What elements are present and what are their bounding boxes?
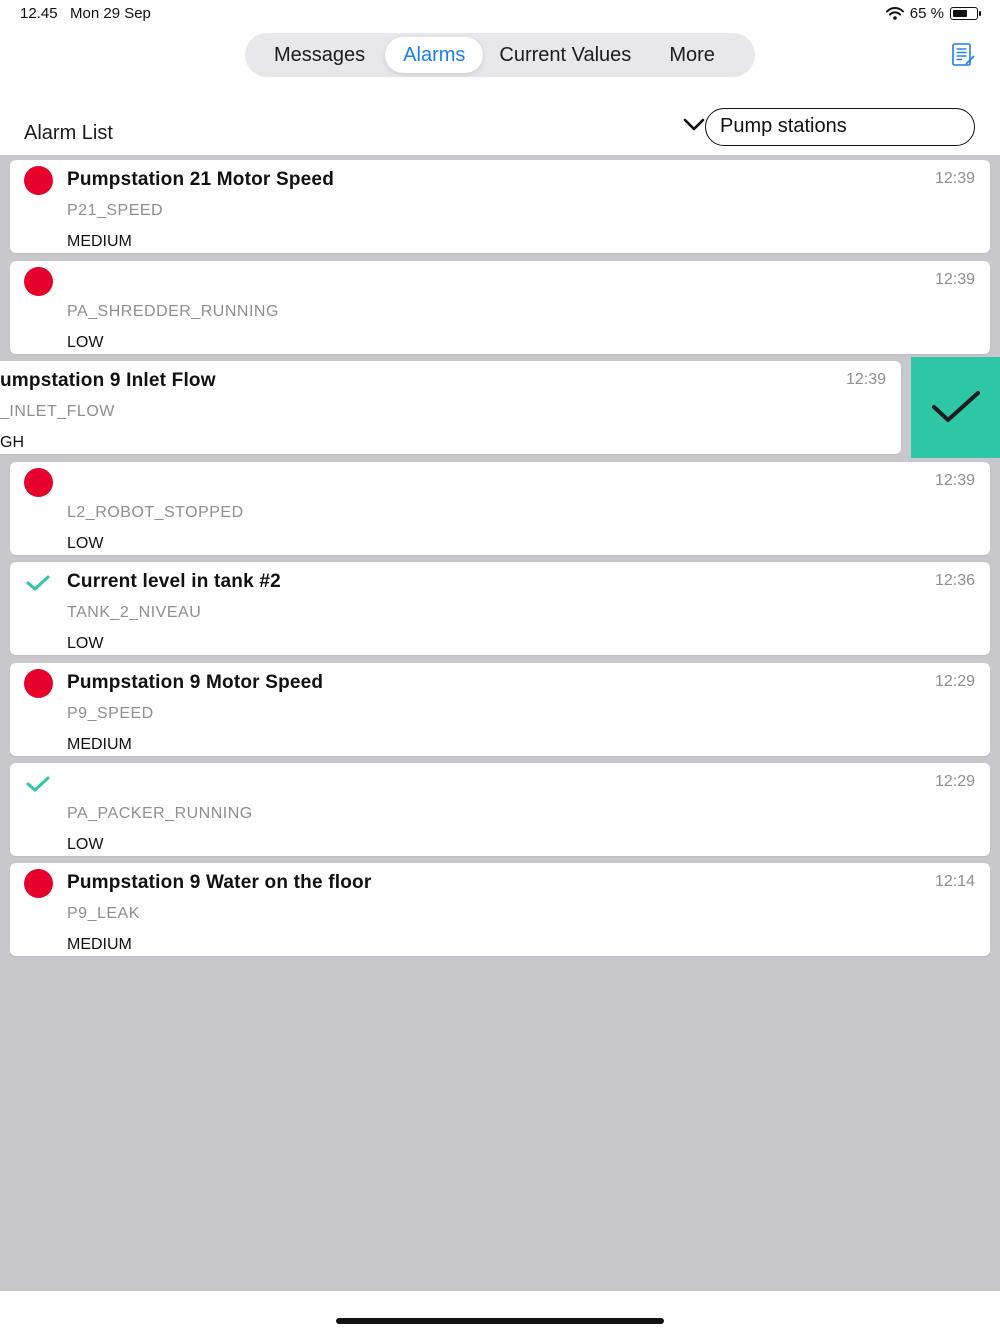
alarm-tag: _INLET_FLOW	[0, 403, 115, 420]
checkmark-icon	[932, 391, 980, 422]
alarm-time: 12:29	[934, 773, 975, 790]
alarm-tag: PA_PACKER_RUNNING	[67, 805, 253, 822]
alarm-tag: P9_SPEED	[67, 705, 154, 722]
alarm-row[interactable]: Pumpstation 9 Motor Speed P9_SPEED MEDIU…	[10, 663, 990, 756]
acknowledged-check-icon	[26, 776, 50, 792]
alarm-severity: LOW	[67, 635, 104, 652]
status-date: Mon 29 Sep	[70, 5, 151, 22]
alarm-title: Pumpstation 21 Motor Speed	[67, 169, 335, 190]
alarm-row[interactable]: Pumpstation 21 Motor Speed P21_SPEED MED…	[10, 160, 990, 253]
alarm-tag: L2_ROBOT_STOPPED	[67, 504, 244, 521]
alarm-row[interactable]: PA_PACKER_RUNNING LOW 12:29	[10, 763, 990, 856]
alarm-severity: LOW	[67, 334, 104, 351]
alarm-row-swiped[interactable]: umpstation 9 Inlet Flow _INLET_FLOW GH 1…	[0, 361, 901, 454]
chevron-down-icon[interactable]	[683, 116, 705, 134]
alarm-severity: MEDIUM	[67, 936, 132, 953]
report-list-icon[interactable]	[950, 42, 976, 68]
home-area	[0, 1291, 1000, 1333]
wifi-icon	[885, 6, 904, 20]
alarm-tag: PA_SHREDDER_RUNNING	[67, 303, 279, 320]
alarm-severity: LOW	[67, 836, 104, 853]
alarm-tag: P21_SPEED	[67, 202, 164, 219]
status-indicators: 65 %	[885, 5, 981, 22]
alarm-time: 12:39	[934, 271, 975, 288]
alarm-time: 12:14	[934, 873, 975, 890]
page-title: Alarm List	[24, 122, 113, 144]
acknowledged-check-icon	[26, 575, 50, 591]
home-indicator[interactable]	[336, 1318, 664, 1324]
tab-bar: Messages Alarms Current Values More	[245, 33, 755, 77]
acknowledge-swipe-button[interactable]	[911, 357, 1000, 458]
alarm-title: Current level in tank #2	[67, 571, 281, 592]
alarm-time: 12:39	[934, 170, 975, 187]
alarm-row[interactable]: L2_ROBOT_STOPPED LOW 12:39	[10, 462, 990, 555]
alarm-severity: MEDIUM	[67, 736, 132, 753]
battery-icon	[950, 7, 981, 20]
alarm-time: 12:36	[934, 572, 975, 589]
alarm-time: 12:39	[934, 472, 975, 489]
alarm-row[interactable]: PA_SHREDDER_RUNNING LOW 12:39	[10, 261, 990, 354]
status-bar: 12.45 Mon 29 Sep 65 %	[0, 0, 1000, 28]
alarm-tag: TANK_2_NIVEAU	[67, 604, 202, 621]
alarm-row[interactable]: Pumpstation 9 Water on the floor P9_LEAK…	[10, 863, 990, 956]
alarm-status-dot	[24, 468, 53, 497]
alarm-severity: LOW	[67, 535, 104, 552]
alarm-severity: GH	[0, 434, 24, 451]
alarm-title: umpstation 9 Inlet Flow	[0, 370, 216, 391]
tab-current-values[interactable]: Current Values	[485, 37, 645, 73]
alarm-status-dot	[24, 267, 53, 296]
alarm-time: 12:29	[934, 673, 975, 690]
tab-more[interactable]: More	[655, 37, 729, 73]
battery-percent: 65 %	[909, 5, 944, 22]
alarm-status-dot	[24, 166, 53, 195]
alarm-title: Pumpstation 9 Water on the floor	[67, 872, 372, 893]
alarm-list: Pumpstation 21 Motor Speed P21_SPEED MED…	[0, 155, 1000, 1291]
alarm-title: Pumpstation 9 Motor Speed	[67, 672, 324, 693]
status-time: 12.45	[20, 5, 58, 22]
alarm-tag: P9_LEAK	[67, 905, 140, 922]
alarm-time: 12:39	[845, 371, 886, 388]
tab-messages[interactable]: Messages	[260, 37, 379, 73]
tab-alarms[interactable]: Alarms	[385, 37, 484, 73]
alarm-severity: MEDIUM	[67, 233, 132, 250]
alarm-status-dot	[24, 669, 53, 698]
alarm-row[interactable]: Current level in tank #2 TANK_2_NIVEAU L…	[10, 562, 990, 655]
filter-dropdown[interactable]: Pump stations	[705, 108, 975, 146]
alarm-status-dot	[24, 869, 53, 898]
